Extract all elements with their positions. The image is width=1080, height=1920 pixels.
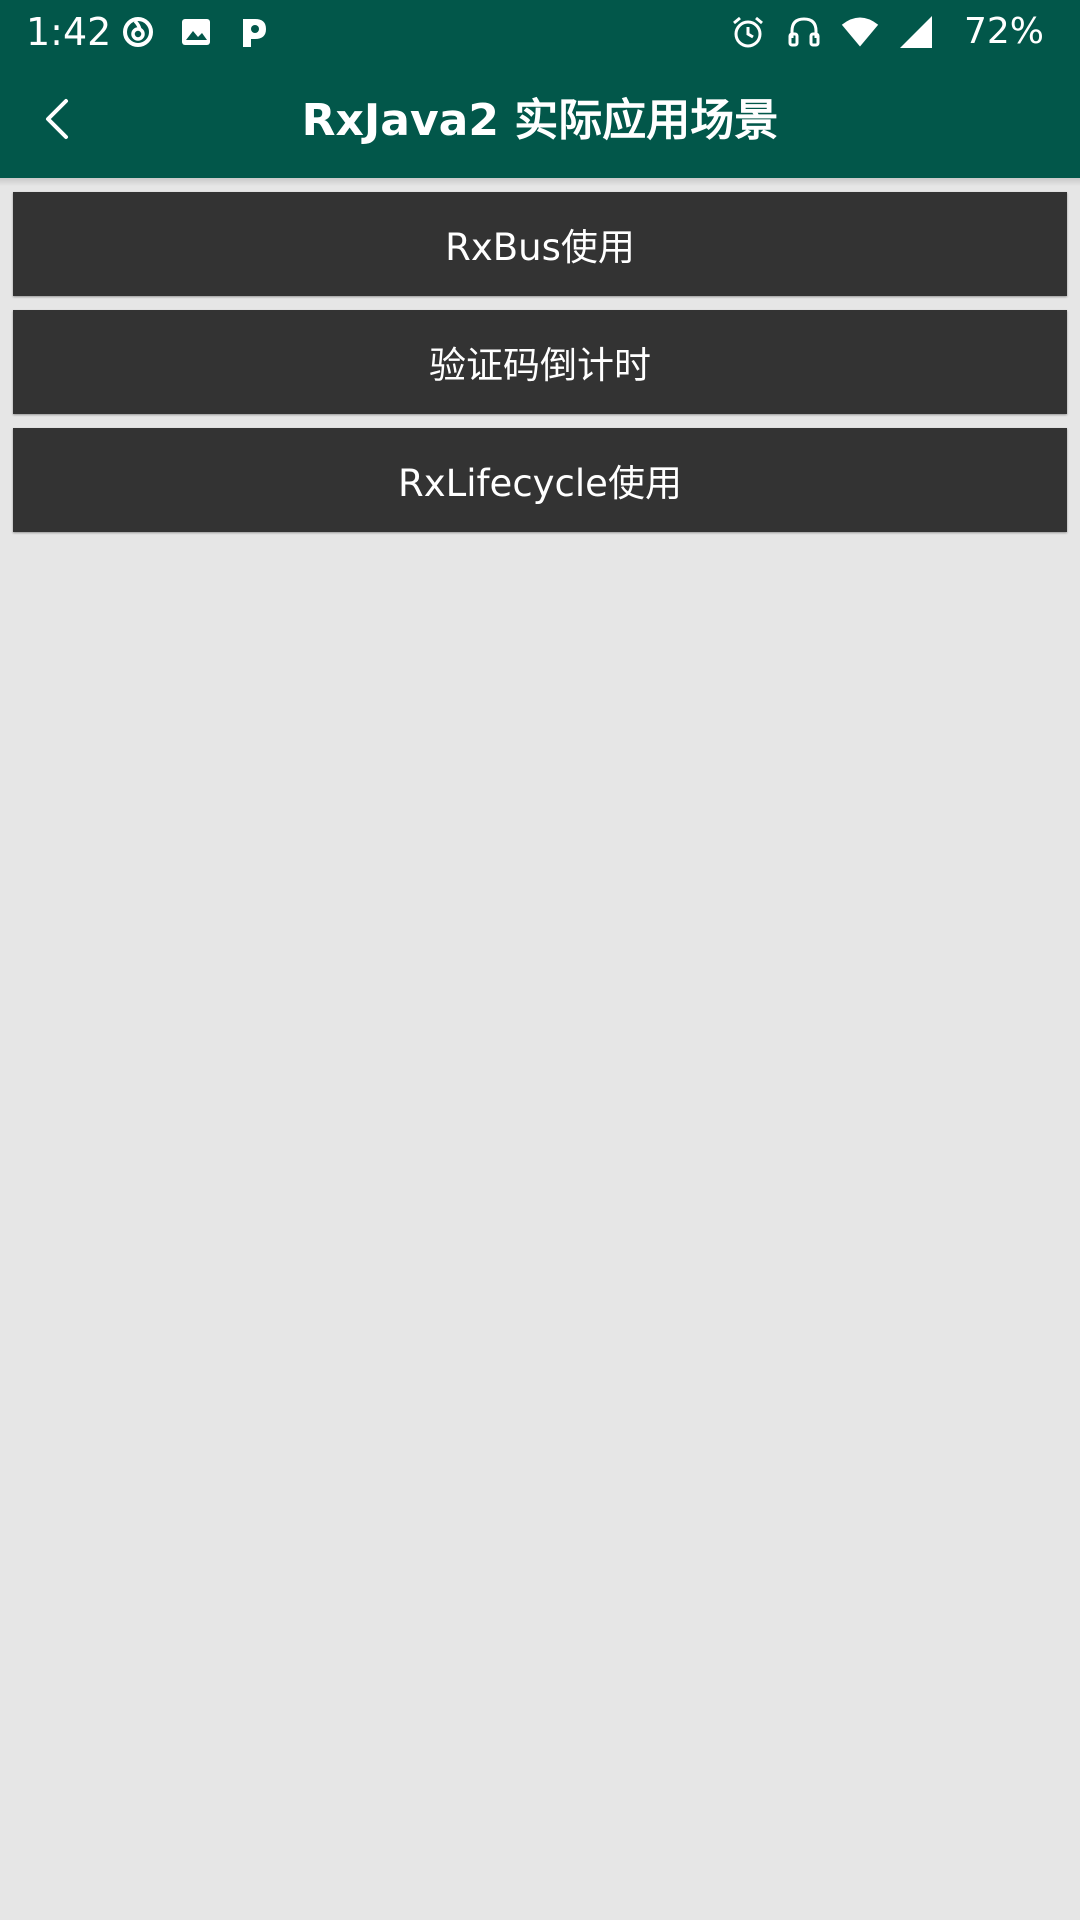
chevron-left-icon: [40, 97, 76, 145]
button-list: RxBus使用 验证码倒计时 RxLifecycle使用: [13, 192, 1067, 546]
signal-icon: [896, 12, 936, 52]
app-bar-shadow: [0, 178, 1080, 186]
netease-music-icon: [120, 14, 156, 50]
alarm-icon: [728, 12, 768, 52]
app-bar: RxJava2 实际应用场景: [0, 63, 1080, 178]
status-bar: 1:42 72%: [0, 0, 1080, 63]
headset-icon: [784, 12, 824, 52]
status-time: 1:42: [26, 10, 112, 54]
wifi-icon: [840, 12, 880, 52]
countdown-button[interactable]: 验证码倒计时: [13, 310, 1067, 414]
page-title: RxJava2 实际应用场景: [301, 95, 779, 146]
p-app-icon: [236, 14, 272, 50]
status-system-icons: 72%: [728, 10, 1044, 54]
rxlifecycle-button[interactable]: RxLifecycle使用: [13, 428, 1067, 532]
back-button[interactable]: [24, 87, 92, 155]
rxbus-button[interactable]: RxBus使用: [13, 192, 1067, 296]
status-notification-icons: [120, 12, 272, 52]
battery-level: 72%: [963, 11, 1044, 52]
image-icon: [178, 14, 214, 50]
